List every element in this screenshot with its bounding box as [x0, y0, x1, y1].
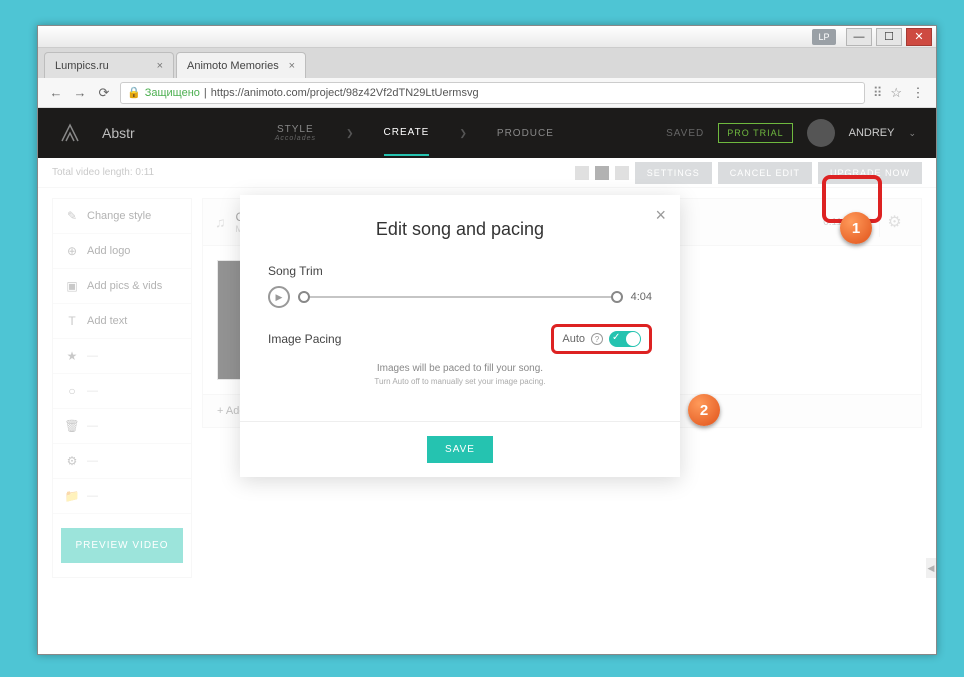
tab-strip: Lumpics.ru × Animoto Memories × — [38, 48, 936, 78]
url-input[interactable]: 🔒 Защищено | https://animoto.com/project… — [120, 82, 865, 104]
edit-song-pacing-modal: × Edit song and pacing Song Trim ▶ 4:04 … — [240, 195, 680, 477]
address-bar: ← → ⟳ 🔒 Защищено | https://animoto.com/p… — [38, 78, 936, 108]
tab-lumpics[interactable]: Lumpics.ru × — [44, 52, 174, 78]
translate-icon[interactable]: ⠿ — [873, 85, 883, 101]
lp-badge: LP — [812, 29, 836, 45]
pacing-subtext: Turn Auto off to manually set your image… — [268, 376, 652, 387]
tab-animoto[interactable]: Animoto Memories × — [176, 52, 306, 78]
tab-label: Lumpics.ru — [55, 60, 109, 72]
chevron-right-icon: ❯ — [346, 128, 354, 139]
avatar[interactable] — [807, 119, 835, 147]
modal-title: Edit song and pacing — [240, 195, 680, 258]
pro-trial-button[interactable]: PRO TRIAL — [718, 123, 792, 143]
save-button[interactable]: SAVE — [427, 436, 493, 463]
close-window-button[interactable]: ✕ — [906, 28, 932, 46]
window-titlebar: LP — ☐ ✕ — [38, 26, 936, 48]
trim-duration: 4:04 — [631, 291, 652, 303]
back-icon[interactable]: ← — [48, 85, 64, 101]
step-create[interactable]: CREATE — [384, 127, 430, 156]
help-icon[interactable]: ? — [591, 333, 603, 345]
auto-pacing-toggle[interactable]: ✓ — [609, 331, 641, 347]
close-tab-icon[interactable]: × — [157, 60, 163, 72]
step-style[interactable]: STYLE Accolades — [275, 124, 316, 142]
bookmark-icon[interactable]: ☆ — [890, 85, 902, 101]
workflow-steps: STYLE Accolades ❯ CREATE ❯ PRODUCE — [275, 124, 554, 142]
forward-icon[interactable]: → — [72, 85, 88, 101]
secure-label: Защищено — [145, 87, 200, 99]
trim-end-handle[interactable] — [611, 291, 623, 303]
app-top-bar: Abstr STYLE Accolades ❯ CREATE ❯ PRODUCE… — [38, 108, 936, 158]
toggle-knob — [626, 332, 640, 346]
step-produce[interactable]: PRODUCE — [497, 128, 554, 139]
trim-start-handle[interactable] — [298, 291, 310, 303]
play-button[interactable]: ▶ — [268, 286, 290, 308]
trim-slider[interactable] — [300, 296, 621, 298]
animoto-logo-icon[interactable] — [58, 121, 82, 145]
close-tab-icon[interactable]: × — [289, 60, 295, 72]
chevron-right-icon: ❯ — [459, 128, 467, 139]
close-modal-icon[interactable]: × — [655, 205, 666, 226]
pacing-description: Images will be paced to fill your song. — [268, 362, 652, 376]
auto-label: Auto — [562, 333, 585, 345]
menu-icon[interactable]: ⋮ — [910, 85, 926, 101]
minimize-button[interactable]: — — [846, 28, 872, 46]
check-icon: ✓ — [612, 332, 620, 343]
song-trim-label: Song Trim — [268, 264, 652, 278]
annotation-badge-2: 2 — [688, 394, 720, 426]
image-pacing-label: Image Pacing — [268, 332, 341, 346]
reload-icon[interactable]: ⟳ — [96, 85, 112, 101]
auto-pacing-control: Auto ? ✓ — [551, 324, 652, 354]
lock-icon: 🔒 — [127, 86, 141, 99]
chevron-down-icon[interactable]: ⌄ — [908, 128, 916, 139]
project-title[interactable]: Abstr — [102, 125, 135, 141]
maximize-button[interactable]: ☐ — [876, 28, 902, 46]
tab-label: Animoto Memories — [187, 60, 279, 72]
annotation-badge-1: 1 — [840, 212, 872, 244]
url-text: https://animoto.com/project/98z42Vf2dTN2… — [211, 87, 479, 99]
saved-status: SAVED — [666, 128, 704, 139]
username-label[interactable]: ANDREY — [849, 127, 895, 139]
